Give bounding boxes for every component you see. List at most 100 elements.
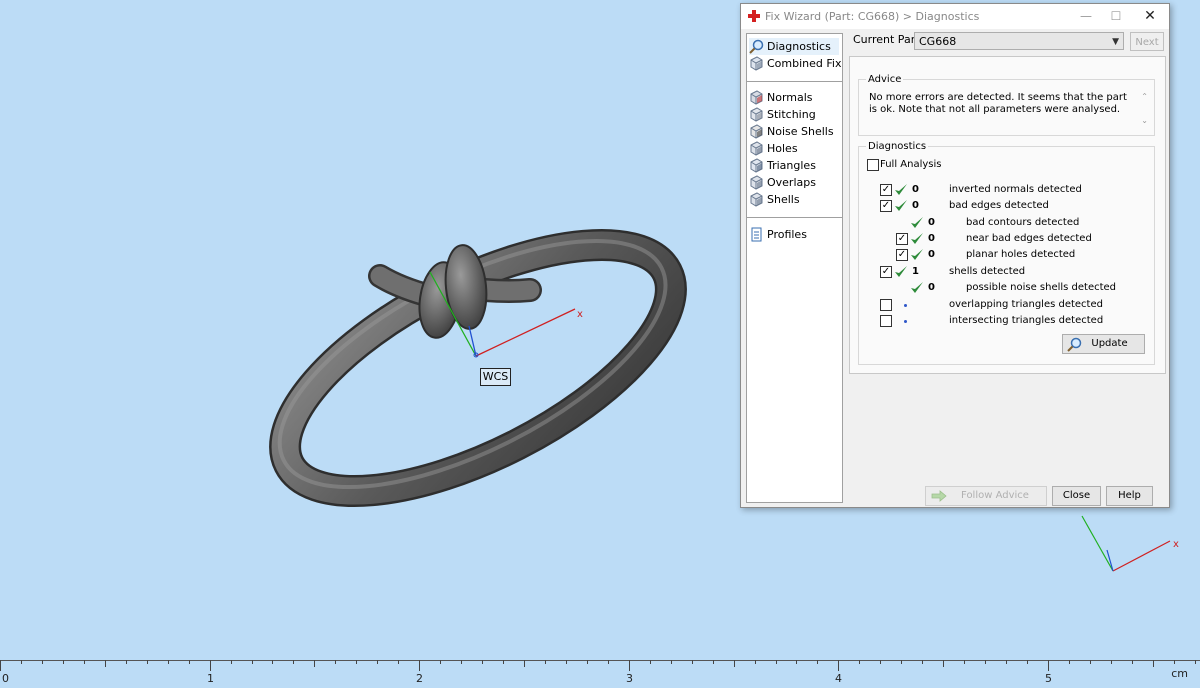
follow-advice-button[interactable]: Follow Advice bbox=[925, 486, 1047, 506]
ruler-tick bbox=[524, 660, 525, 667]
wcs-label: WCS bbox=[480, 368, 511, 386]
ruler-tick bbox=[356, 660, 357, 664]
ruler-tick bbox=[1195, 660, 1196, 664]
document-icon bbox=[751, 227, 762, 242]
dialog-titlebar[interactable]: Fix Wizard (Part: CG668) > Diagnostics —… bbox=[741, 4, 1169, 29]
row-label: bad contours detected bbox=[966, 217, 1080, 228]
row-count: 0 bbox=[928, 249, 935, 260]
row-checkbox[interactable]: ✓ bbox=[896, 249, 908, 261]
full-analysis-checkbox[interactable] bbox=[867, 159, 879, 171]
corner-x-axis-label: x bbox=[1173, 539, 1179, 550]
row-checkbox[interactable] bbox=[880, 299, 892, 311]
ruler-tick bbox=[272, 660, 273, 664]
ruler-tick bbox=[587, 660, 588, 664]
ruler-tick bbox=[398, 660, 399, 664]
row-label: shells detected bbox=[949, 266, 1026, 277]
ruler-tick bbox=[859, 660, 860, 664]
not-analysed-dot-icon bbox=[904, 304, 907, 307]
green-check-icon bbox=[894, 183, 908, 197]
nav-item-holes[interactable]: Holes bbox=[749, 140, 839, 157]
nav-item-label: Normals bbox=[767, 91, 813, 104]
follow-advice-label: Follow Advice bbox=[961, 490, 1029, 501]
nav-item-label: Triangles bbox=[767, 159, 816, 172]
row-checkbox[interactable]: ✓ bbox=[880, 200, 892, 212]
row-count: 0 bbox=[912, 200, 919, 211]
dialog-title: Fix Wizard (Part: CG668) > Diagnostics bbox=[765, 10, 980, 23]
arrow-right-icon bbox=[931, 490, 947, 502]
ruler-tick bbox=[335, 660, 336, 664]
update-button[interactable]: Update bbox=[1062, 334, 1145, 354]
ruler-tick bbox=[650, 660, 651, 664]
ruler-tick bbox=[922, 660, 923, 664]
ruler-tick bbox=[1069, 660, 1070, 664]
ruler-tick bbox=[1027, 660, 1028, 664]
row-label: inverted normals detected bbox=[949, 184, 1082, 195]
holes-icon bbox=[750, 141, 763, 156]
scroll-up-icon[interactable]: ⌃ bbox=[1141, 92, 1148, 101]
ruler-tick bbox=[42, 660, 43, 664]
nav-item-noise-shells[interactable]: Noise Shells bbox=[749, 123, 839, 140]
row-label: bad edges detected bbox=[949, 200, 1049, 211]
ruler-tick bbox=[776, 660, 777, 664]
ruler-tick bbox=[482, 660, 483, 664]
ruler-tick bbox=[84, 660, 85, 664]
minimize-icon[interactable]: — bbox=[1075, 7, 1097, 25]
not-analysed-dot-icon bbox=[904, 320, 907, 323]
ruler-tick bbox=[817, 660, 818, 664]
chevron-down-icon: ▼ bbox=[1112, 37, 1119, 47]
row-checkbox[interactable]: ✓ bbox=[880, 184, 892, 196]
nav-item-shells[interactable]: Shells bbox=[749, 191, 839, 208]
ruler-tick bbox=[63, 660, 64, 664]
row-label: possible noise shells detected bbox=[966, 282, 1117, 293]
ruler-unit: cm bbox=[1171, 667, 1188, 680]
green-check-icon bbox=[910, 281, 924, 295]
ruler-label: 1 bbox=[207, 672, 214, 685]
nav-item-overlaps[interactable]: Overlaps bbox=[749, 174, 839, 191]
green-check-icon bbox=[910, 232, 924, 246]
fix-wizard-dialog: Fix Wizard (Part: CG668) > Diagnostics —… bbox=[740, 3, 1170, 508]
ruler-tick bbox=[671, 660, 672, 664]
nav-item-label: Diagnostics bbox=[767, 40, 831, 53]
ruler-tick bbox=[1006, 660, 1007, 664]
help-button[interactable]: Help bbox=[1106, 486, 1153, 506]
ruler-tick bbox=[147, 660, 148, 664]
ruler-tick bbox=[126, 660, 127, 664]
close-button[interactable]: Close bbox=[1052, 486, 1101, 506]
ruler-baseline bbox=[0, 660, 1200, 661]
ruler-label: 0 bbox=[2, 672, 9, 685]
nav-item-triangles[interactable]: Triangles bbox=[749, 157, 839, 174]
maximize-icon[interactable]: ☐ bbox=[1105, 7, 1127, 25]
ruler-tick bbox=[734, 660, 735, 667]
full-analysis-label: Full Analysis bbox=[880, 159, 942, 170]
ruler-tick bbox=[105, 660, 106, 667]
triangles-icon bbox=[750, 158, 763, 173]
row-checkbox[interactable]: ✓ bbox=[896, 233, 908, 245]
nav-item-profiles[interactable]: Profiles bbox=[749, 226, 839, 243]
stitching-icon bbox=[750, 107, 763, 122]
nav-item-combined-fix[interactable]: Combined Fix bbox=[749, 55, 841, 72]
scroll-down-icon[interactable]: ⌄ bbox=[1141, 116, 1148, 125]
green-check-icon bbox=[910, 216, 924, 230]
ruler-tick bbox=[168, 660, 169, 664]
overlaps-icon bbox=[750, 175, 763, 190]
row-label: intersecting triangles detected bbox=[949, 315, 1104, 326]
ruler: 0 1 2 3 4 5 cm bbox=[0, 655, 1200, 688]
ruler-tick bbox=[901, 660, 902, 664]
nav-item-stitching[interactable]: Stitching bbox=[749, 106, 839, 123]
nav-item-diagnostics[interactable]: Diagnostics bbox=[749, 38, 839, 55]
ruler-tick bbox=[503, 660, 504, 664]
row-checkbox[interactable]: ✓ bbox=[880, 266, 892, 278]
close-icon[interactable]: ✕ bbox=[1139, 7, 1161, 25]
next-button[interactable]: Next bbox=[1130, 32, 1164, 51]
row-label: overlapping triangles detected bbox=[949, 299, 1103, 310]
row-checkbox[interactable] bbox=[880, 315, 892, 327]
shells-icon bbox=[750, 192, 763, 207]
ruler-tick bbox=[629, 660, 630, 671]
nav-item-label: Profiles bbox=[767, 228, 807, 241]
ruler-tick bbox=[231, 660, 232, 664]
current-part-select[interactable]: CG668 ▼ bbox=[914, 32, 1124, 50]
ruler-tick bbox=[545, 660, 546, 664]
cube-icon bbox=[750, 56, 763, 71]
nav-item-normals[interactable]: Normals bbox=[749, 89, 839, 106]
ruler-tick bbox=[566, 660, 567, 664]
